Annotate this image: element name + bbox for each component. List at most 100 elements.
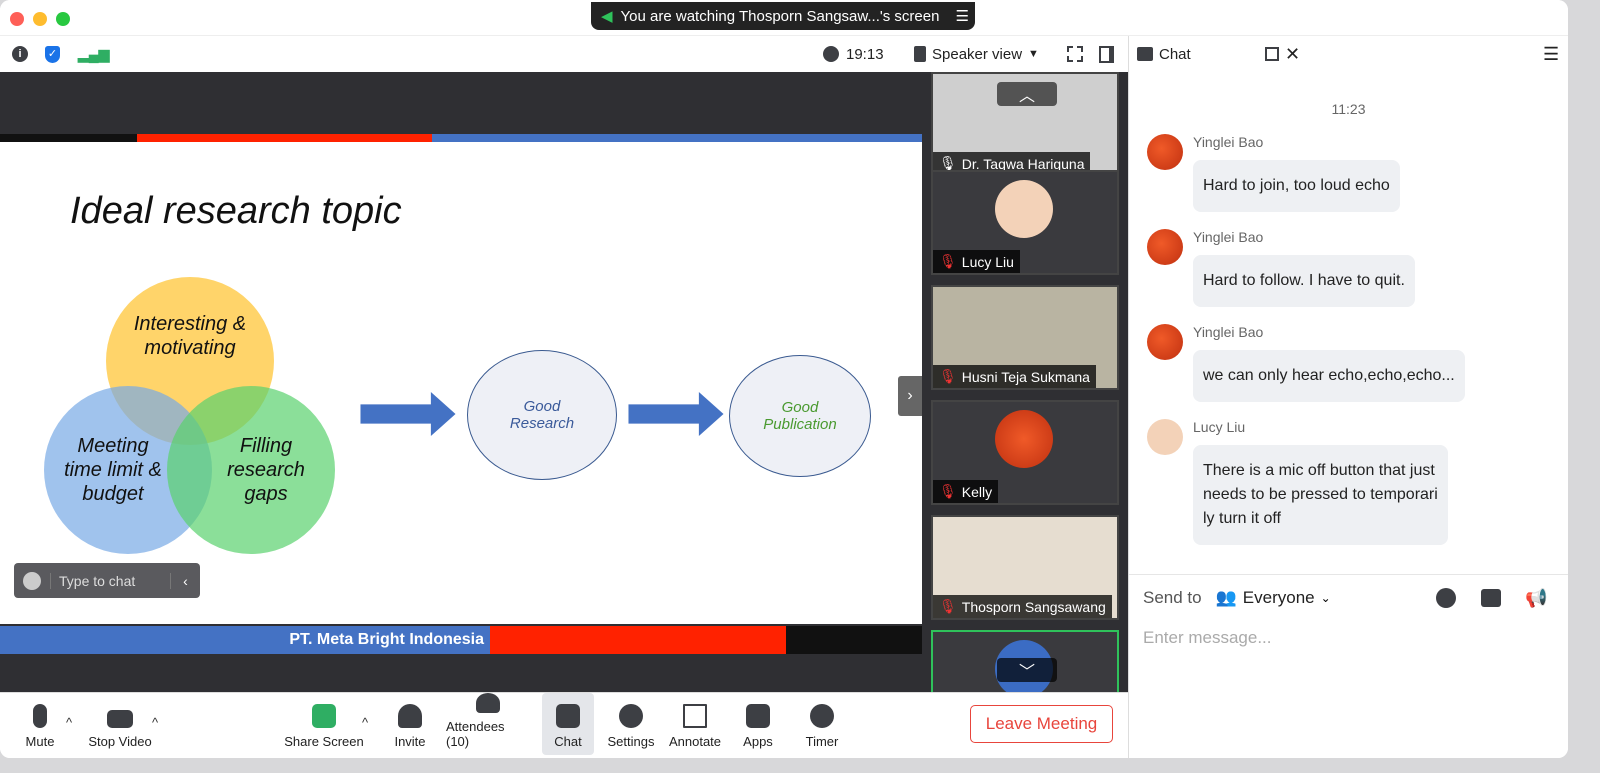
share-screen-icon [312,704,336,728]
chevron-down-icon: ⌄ [1320,591,1331,605]
participant-name: Husni Teja Sukmana [961,368,1090,385]
circle-label: Filling research gaps [227,435,305,505]
message-text: Hard to follow. I have to quit. [1193,255,1415,307]
good-publication-ellipse: Good Publication [729,355,871,477]
slide-top-stripe [0,134,922,142]
scroll-up-button[interactable]: ︿ [997,82,1057,106]
participant-video-strip: ︿ 🎙 Dr. Taqwa Hariguna 🎙 Lucy Liu 🎙 Husni T… [922,72,1128,735]
layout-icon [914,46,926,62]
send-to-label: Send to [1143,588,1202,607]
type-to-chat-box[interactable]: Type to chat ‹ [14,563,200,598]
message-line: needs to be pressed to temporari [1203,486,1438,503]
chat-title: Chat [1159,45,1191,63]
settings-button[interactable]: Settings [606,693,656,755]
mic-muted-icon: 🎙 [939,368,957,384]
emoji-icon[interactable] [23,571,41,590]
step-label: Good Publication [763,399,837,433]
attendees-label: Attendees (10) [446,719,505,749]
popout-icon[interactable] [1265,47,1279,61]
chat-button[interactable]: Chat [542,693,594,755]
fullscreen-icon[interactable] [1067,46,1083,62]
meeting-timer: 19:13 [846,45,884,63]
timer-label: Timer [805,734,839,749]
chat-header: Chat ✕ ☰ [1129,36,1568,72]
message-sender: Yinglei Bao [1193,229,1264,245]
people-icon: 👥 [1215,588,1237,607]
minimize-window-button[interactable] [33,12,47,26]
maximize-window-button[interactable] [56,12,70,26]
message-sender: Yinglei Bao [1193,324,1264,340]
venn-circle-gaps: Filling research gaps [167,386,335,554]
good-research-ellipse: Good Research [467,350,617,480]
participant-name-tag: 🎙 Thosporn Sangsawang [933,595,1112,618]
video-options-caret[interactable]: ^ [152,715,158,730]
chat-timestamp: 11:23 [1331,101,1366,117]
mute-button[interactable]: Mute [22,693,58,755]
viewing-banner-text: You are watching Thosporn Sangsaw...'s s… [620,7,940,25]
chat-icon [1137,47,1153,61]
emoji-icon[interactable] [1436,588,1456,608]
chat-label: Chat [554,734,582,749]
slide: Ideal research topic Interesting & motiv… [0,142,922,624]
apps-label: Apps [743,734,773,749]
info-icon[interactable]: i [12,46,28,62]
next-page-button[interactable]: › [898,376,922,416]
speaker-view-dropdown[interactable]: Speaker view ▼ [914,46,1039,63]
leave-meeting-button[interactable]: Leave Meeting [970,705,1113,743]
participant-tile[interactable]: 🎙 Kelly [931,400,1119,505]
viewing-banner[interactable]: ◀ You are watching Thosporn Sangsaw...'s… [591,2,975,30]
side-panel-icon[interactable] [1099,45,1114,63]
encryption-shield-icon[interactable]: ✓ [45,45,60,63]
mic-muted-icon: 🎙 [939,253,957,269]
scroll-down-button[interactable]: ﹀ [997,658,1057,682]
participant-tile[interactable]: 🎙 Lucy Liu [931,170,1119,275]
add-person-icon [398,704,422,728]
speaker-icon: ◀ [601,8,613,25]
attendees-icon [476,693,500,713]
timer-button[interactable]: Timer [802,693,842,755]
message-input[interactable]: Enter message... [1143,628,1553,648]
participant-tile[interactable]: 🎙 Thosporn Sangsawang [931,515,1119,620]
connection-signal-icon[interactable]: ▂▄▆ [78,46,109,63]
slide-footer: PT. Meta Bright Indonesia [0,626,922,654]
close-window-button[interactable] [10,12,24,26]
annotate-label: Annotate [668,734,722,749]
stop-video-button[interactable]: Stop Video [86,693,154,755]
participant-name-tag: 🎙 Husni Teja Sukmana [933,365,1096,388]
avatar [1147,229,1183,265]
annotate-button[interactable]: Annotate [668,693,722,755]
avatar [1147,324,1183,360]
message-text: Hard to join, too loud echo [1193,160,1400,212]
meeting-top-bar: i ✓ ▂▄▆ 19:13 Speaker view ▼ [0,36,1128,72]
attendees-button[interactable]: Attendees (10) [446,693,530,755]
chevron-left-icon[interactable]: ‹ [170,572,200,589]
recipient-value: Everyone [1242,588,1315,607]
type-to-chat-placeholder[interactable]: Type to chat [50,572,170,589]
menu-icon[interactable]: ☰ [955,7,968,25]
share-screen-button[interactable]: Share Screen [284,693,364,755]
file-folder-icon[interactable] [1481,589,1501,607]
chat-menu-icon[interactable]: ☰ [1543,44,1559,65]
title-bar: ◀ You are watching Thosporn Sangsaw...'s… [0,0,1568,36]
avatar [1147,134,1183,170]
speaker-view-label: Speaker view [932,45,1023,63]
close-chat-icon[interactable]: ✕ [1285,44,1300,65]
invite-button[interactable]: Invite [392,693,428,755]
avatar [995,180,1053,238]
message-sender: Lucy Liu [1193,419,1246,435]
megaphone-icon[interactable]: 📢 [1525,588,1547,609]
chat-icon [556,704,580,728]
avatar [995,410,1053,468]
apps-button[interactable]: Apps [740,693,776,755]
audio-options-caret[interactable]: ^ [66,715,72,730]
stopwatch-icon [810,704,834,728]
clock-icon [823,46,839,62]
participant-name: Kelly [961,483,993,500]
share-options-caret[interactable]: ^ [362,715,368,730]
participant-tile[interactable]: 🎙 Husni Teja Sukmana [931,285,1119,390]
apps-icon [746,704,770,728]
recipient-dropdown[interactable]: 👥 Everyone ⌄ [1216,588,1331,608]
mic-muted-icon: 🎙 [939,483,957,499]
mic-muted-icon: 🎙 [939,598,957,614]
participant-name: Thosporn Sangsawang [961,598,1106,615]
